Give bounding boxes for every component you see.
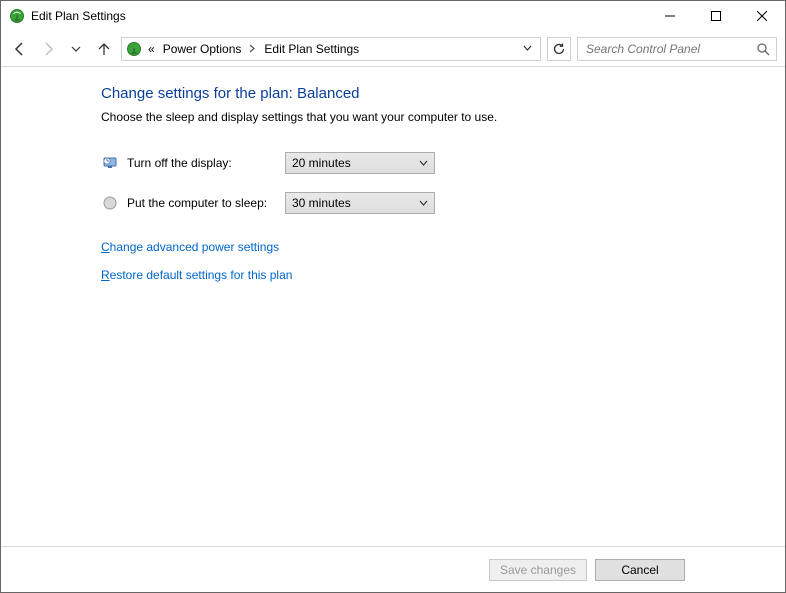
sleep-timeout-value: 30 minutes — [292, 196, 419, 210]
back-button[interactable] — [9, 38, 31, 60]
up-button[interactable] — [93, 38, 115, 60]
minimize-button[interactable] — [647, 1, 693, 31]
control-panel-icon — [126, 41, 142, 57]
restore-defaults-link[interactable]: Restore default settings for this plan — [101, 268, 785, 282]
refresh-button[interactable] — [547, 37, 571, 61]
setting-row-display: Turn off the display: 20 minutes — [101, 152, 785, 174]
search-box[interactable] — [577, 37, 777, 61]
search-input[interactable] — [584, 41, 756, 57]
chevron-right-icon[interactable] — [247, 44, 258, 53]
chevron-down-icon — [419, 160, 428, 167]
breadcrumb-root-prefix: « — [146, 42, 157, 56]
close-button[interactable] — [739, 1, 785, 31]
page-subtext: Choose the sleep and display settings th… — [101, 110, 785, 124]
forward-button[interactable] — [37, 38, 59, 60]
links-section: Change advanced power settings Restore d… — [101, 240, 785, 282]
address-bar-row: « Power Options Edit Plan Settings — [1, 31, 785, 67]
display-timer-icon — [101, 154, 119, 172]
save-changes-button[interactable]: Save changes — [489, 559, 587, 581]
sleep-setting-label: Put the computer to sleep: — [127, 196, 285, 210]
display-timeout-select[interactable]: 20 minutes — [285, 152, 435, 174]
footer-bar: Save changes Cancel — [1, 546, 785, 592]
recent-locations-button[interactable] — [65, 38, 87, 60]
window-title: Edit Plan Settings — [31, 9, 126, 23]
address-bar[interactable]: « Power Options Edit Plan Settings — [121, 37, 541, 61]
cancel-button[interactable]: Cancel — [595, 559, 685, 581]
display-timeout-value: 20 minutes — [292, 156, 419, 170]
title-bar: Edit Plan Settings — [1, 1, 785, 31]
display-setting-label: Turn off the display: — [127, 156, 285, 170]
sleep-timeout-select[interactable]: 30 minutes — [285, 192, 435, 214]
search-icon[interactable] — [756, 42, 770, 56]
breadcrumb-item[interactable]: Edit Plan Settings — [262, 42, 361, 56]
chevron-down-icon — [419, 200, 428, 207]
address-history-chevron[interactable] — [519, 45, 536, 52]
content-area: Change settings for the plan: Balanced C… — [1, 67, 785, 546]
page-heading: Change settings for the plan: Balanced — [101, 85, 785, 102]
setting-row-sleep: Put the computer to sleep: 30 minutes — [101, 192, 785, 214]
sleep-moon-icon — [101, 194, 119, 212]
maximize-button[interactable] — [693, 1, 739, 31]
breadcrumb-item[interactable]: Power Options — [161, 42, 244, 56]
advanced-settings-link[interactable]: Change advanced power settings — [101, 240, 785, 254]
app-icon — [9, 8, 25, 24]
